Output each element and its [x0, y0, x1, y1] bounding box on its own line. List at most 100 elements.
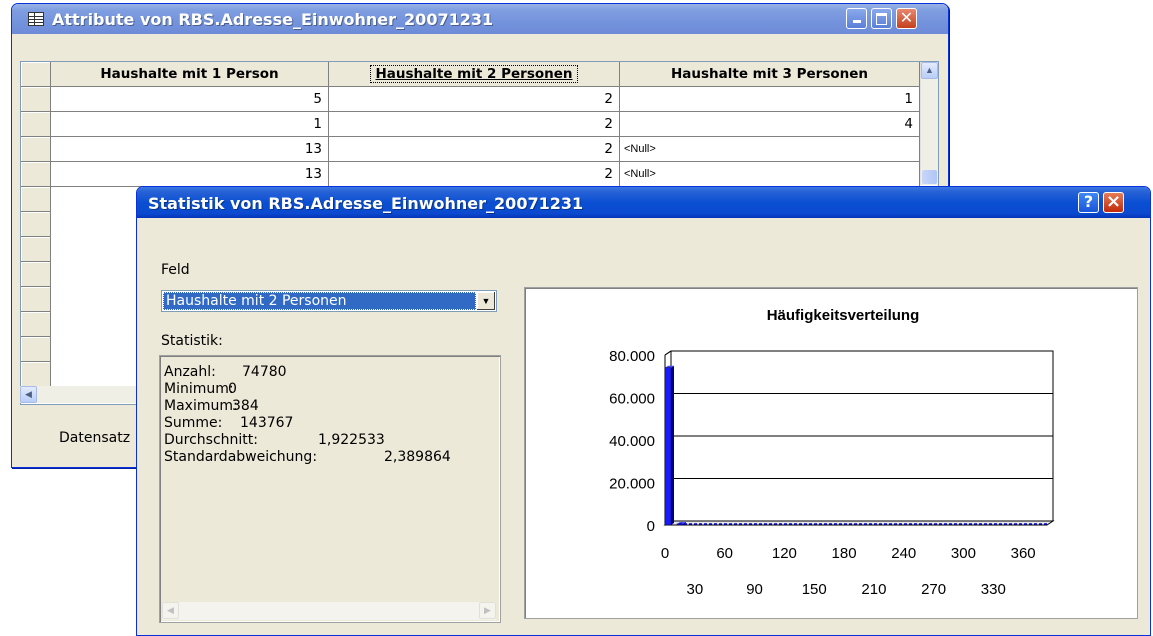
chevron-down-icon: ▼ — [481, 296, 491, 306]
row-selector[interactable] — [21, 187, 51, 212]
table-icon — [28, 12, 44, 26]
row-selector[interactable] — [21, 137, 51, 162]
stat-stddev-label: Standardabweichung: — [164, 449, 318, 465]
table-cell[interactable]: 1 — [51, 112, 329, 137]
stat-mean-value: 1,922533 — [318, 432, 385, 448]
dropdown-arrow-button[interactable]: ▼ — [477, 292, 495, 310]
x-tick-label: 150 — [802, 581, 827, 598]
y-tick-label: 80.000 — [609, 348, 655, 365]
x-tick-label: 30 — [687, 581, 704, 598]
x-tick-label: 60 — [716, 545, 733, 562]
table-cell[interactable]: <Null> — [620, 137, 920, 162]
y-tick-label: 40.000 — [609, 433, 655, 450]
row-selector[interactable] — [21, 262, 51, 287]
dialog-close-button[interactable]: × — [1103, 192, 1124, 213]
statistics-dialog-titlebar[interactable]: Statistik von RBS.Adresse_Einwohner_2007… — [137, 187, 1150, 218]
row-selector[interactable] — [21, 362, 51, 387]
close-button[interactable]: ✕ — [896, 8, 917, 29]
horizontal-scrollbar[interactable]: ◀ — [20, 386, 145, 403]
table-cell[interactable]: 2 — [329, 87, 620, 112]
maximize-icon — [876, 13, 887, 25]
row-selector[interactable] — [21, 237, 51, 262]
table-cell[interactable]: 2 — [329, 112, 620, 137]
x-tick-label: 240 — [891, 545, 916, 562]
histogram-bar — [664, 367, 672, 526]
help-icon: ? — [1083, 192, 1094, 211]
stat-count-label: Anzahl: — [164, 364, 216, 380]
arrow-left-icon: ◀ — [25, 389, 32, 399]
statistics-dialog-title: Statistik von RBS.Adresse_Einwohner_2007… — [148, 194, 584, 213]
stat-minimum-label: Minimum: — [164, 381, 234, 397]
table-cell[interactable]: 4 — [620, 112, 920, 137]
stat-maximum-label: Maximum: — [164, 398, 238, 414]
grid-line — [664, 350, 672, 356]
statistics-textbox[interactable]: Anzahl: 74780 Minimum: 0 Maximum: 384 Su… — [159, 355, 501, 623]
histogram-panel: Häufigkeitsverteilung 0 20.000 40.000 60.00… — [524, 287, 1138, 619]
table-cell[interactable]: 1 — [620, 87, 920, 112]
field-dropdown[interactable]: Haushalte mit 2 Personen ▼ — [161, 290, 497, 312]
attribute-window-title: Attribute von RBS.Adresse_Einwohner_2007… — [52, 10, 494, 29]
close-icon: ✕ — [899, 8, 914, 27]
help-button[interactable]: ? — [1078, 192, 1099, 213]
x-tick-label: 90 — [746, 581, 763, 598]
stat-stddev-value: 2,389864 — [384, 449, 451, 465]
close-icon: × — [1105, 191, 1122, 212]
row-selector[interactable] — [21, 162, 51, 187]
stat-sum-label: Summe: — [164, 415, 223, 431]
arrow-right-icon: ▶ — [484, 605, 491, 615]
row-selector[interactable] — [21, 337, 51, 362]
row-selector[interactable] — [21, 112, 51, 137]
scroll-up-button[interactable]: ▲ — [921, 62, 938, 79]
stat-count-value: 74780 — [242, 364, 287, 380]
row-selector[interactable] — [21, 87, 51, 112]
chart-title: Häufigkeitsverteilung — [767, 307, 920, 324]
stat-minimum-value: 0 — [228, 381, 237, 397]
column-header-3[interactable]: Haushalte mit 3 Personen — [620, 62, 920, 87]
y-tick-label: 0 — [647, 518, 655, 535]
x-tick-label: 180 — [832, 545, 857, 562]
stat-sum-value: 143767 — [240, 415, 294, 431]
scroll-left-button[interactable]: ◀ — [162, 602, 179, 619]
grid-corner[interactable] — [21, 62, 51, 87]
histogram-bar-side — [671, 365, 674, 525]
row-selector[interactable] — [21, 312, 51, 337]
x-tick-label: 300 — [951, 545, 976, 562]
x-tick-label: 270 — [921, 581, 946, 598]
histogram-chart: Häufigkeitsverteilung 0 20.000 40.000 60.00… — [609, 307, 1055, 598]
stat-maximum-value: 384 — [232, 398, 259, 414]
minimize-icon — [852, 20, 861, 23]
field-dropdown-value: Haushalte mit 2 Personen — [163, 292, 476, 310]
x-tick-label: 210 — [861, 581, 886, 598]
table-cell[interactable]: 5 — [51, 87, 329, 112]
table-cell[interactable]: 13 — [51, 162, 329, 187]
table-cell[interactable]: 2 — [329, 162, 620, 187]
x-tick-label: 330 — [981, 581, 1006, 598]
field-label: Feld — [161, 262, 190, 278]
table-cell[interactable]: <Null> — [620, 162, 920, 187]
arrow-up-icon: ▲ — [925, 65, 934, 75]
x-tick-label: 120 — [772, 545, 797, 562]
attribute-window-titlebar[interactable]: Attribute von RBS.Adresse_Einwohner_2007… — [12, 4, 948, 34]
statistics-label: Statistik: — [161, 333, 223, 349]
scroll-thumb[interactable] — [922, 170, 937, 184]
y-tick-label: 60.000 — [609, 391, 655, 408]
x-tick-label: 0 — [661, 545, 669, 562]
arrow-left-icon: ◀ — [167, 605, 174, 615]
vertical-scrollbar[interactable]: ▲ — [920, 62, 938, 185]
statistics-horizontal-scrollbar[interactable]: ◀ ▶ — [162, 602, 496, 620]
scroll-left-button[interactable]: ◀ — [20, 386, 37, 403]
row-selector[interactable] — [21, 212, 51, 237]
column-header-1[interactable]: Haushalte mit 1 Person — [51, 62, 329, 87]
row-selector[interactable] — [21, 287, 51, 312]
stat-mean-label: Durchschnitt: — [164, 432, 258, 448]
statistics-dialog: Statistik von RBS.Adresse_Einwohner_2007… — [136, 186, 1151, 636]
records-label: Datensatz — [59, 430, 131, 446]
table-cell[interactable]: 13 — [51, 137, 329, 162]
x-tick-label: 360 — [1011, 545, 1036, 562]
scroll-right-button[interactable]: ▶ — [479, 602, 496, 619]
maximize-button[interactable] — [871, 8, 892, 29]
minimize-button[interactable] — [846, 8, 867, 29]
table-cell[interactable]: 2 — [329, 137, 620, 162]
column-header-2[interactable]: Haushalte mit 2 Personen — [329, 62, 620, 87]
y-tick-label: 20.000 — [609, 476, 655, 493]
